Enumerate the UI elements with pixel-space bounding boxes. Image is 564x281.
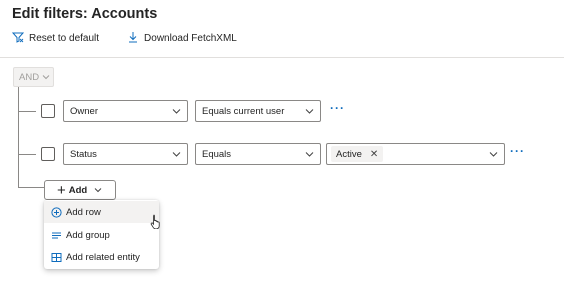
field-dropdown[interactable]: Status xyxy=(63,143,188,165)
group-operator-label: AND xyxy=(19,71,40,83)
group-operator-dropdown[interactable]: AND xyxy=(13,67,54,87)
operator-dropdown[interactable]: Equals xyxy=(195,143,321,165)
chevron-down-icon xyxy=(94,185,102,196)
menu-item-label: Add related entity xyxy=(66,251,140,263)
add-circle-icon xyxy=(50,206,62,218)
more-options-icon[interactable]: ··· xyxy=(330,101,345,115)
add-button-label: Add xyxy=(68,184,88,196)
reset-to-default-button[interactable]: Reset to default xyxy=(11,31,100,46)
row-checkbox[interactable] xyxy=(41,104,55,118)
value-dropdown[interactable]: Active ✕ xyxy=(326,143,505,165)
chevron-down-icon xyxy=(172,150,181,161)
download-label: Download FetchXML xyxy=(144,33,237,44)
filter-row: Owner Equals current user ··· xyxy=(0,100,564,122)
lines-icon xyxy=(50,229,62,241)
hand-cursor-icon xyxy=(150,214,161,234)
field-value: Status xyxy=(70,148,97,160)
operator-dropdown[interactable]: Equals current user xyxy=(195,100,321,122)
menu-item-add-group[interactable]: Add group xyxy=(44,224,159,246)
more-options-icon[interactable]: ··· xyxy=(510,144,525,158)
toolbar: Reset to default Download FetchXML xyxy=(11,31,237,46)
row-checkbox[interactable] xyxy=(41,147,55,161)
menu-item-label: Add row xyxy=(66,206,101,218)
chevron-down-icon xyxy=(305,150,314,161)
header-divider xyxy=(0,57,564,58)
related-entity-icon xyxy=(50,251,62,263)
add-menu: Add row Add group Add related entity xyxy=(44,200,159,269)
value-tag-label: Active xyxy=(336,148,362,160)
field-value: Owner xyxy=(70,105,98,117)
download-icon xyxy=(127,31,144,46)
menu-item-label: Add group xyxy=(66,229,110,241)
page-title: Edit filters: Accounts xyxy=(12,6,158,22)
reset-label: Reset to default xyxy=(29,33,100,44)
value-tag: Active ✕ xyxy=(331,146,384,162)
remove-tag-icon[interactable]: ✕ xyxy=(370,149,378,160)
menu-item-add-row[interactable]: Add row xyxy=(44,201,159,223)
field-dropdown[interactable]: Owner xyxy=(63,100,188,122)
chevron-down-icon xyxy=(489,150,498,161)
chevron-down-icon xyxy=(42,72,50,83)
plus-icon: + xyxy=(57,181,66,199)
filter-row: Status Equals Active ✕ ··· xyxy=(0,143,564,165)
filter-reset-icon xyxy=(11,31,29,46)
chevron-down-icon xyxy=(305,107,314,118)
operator-value: Equals current user xyxy=(202,105,285,117)
operator-value: Equals xyxy=(202,148,232,160)
download-fetchxml-button[interactable]: Download FetchXML xyxy=(127,31,237,46)
add-button[interactable]: + Add xyxy=(44,180,116,200)
menu-item-add-related-entity[interactable]: Add related entity xyxy=(44,246,159,268)
tree-line-add xyxy=(18,187,44,188)
chevron-down-icon xyxy=(172,107,181,118)
